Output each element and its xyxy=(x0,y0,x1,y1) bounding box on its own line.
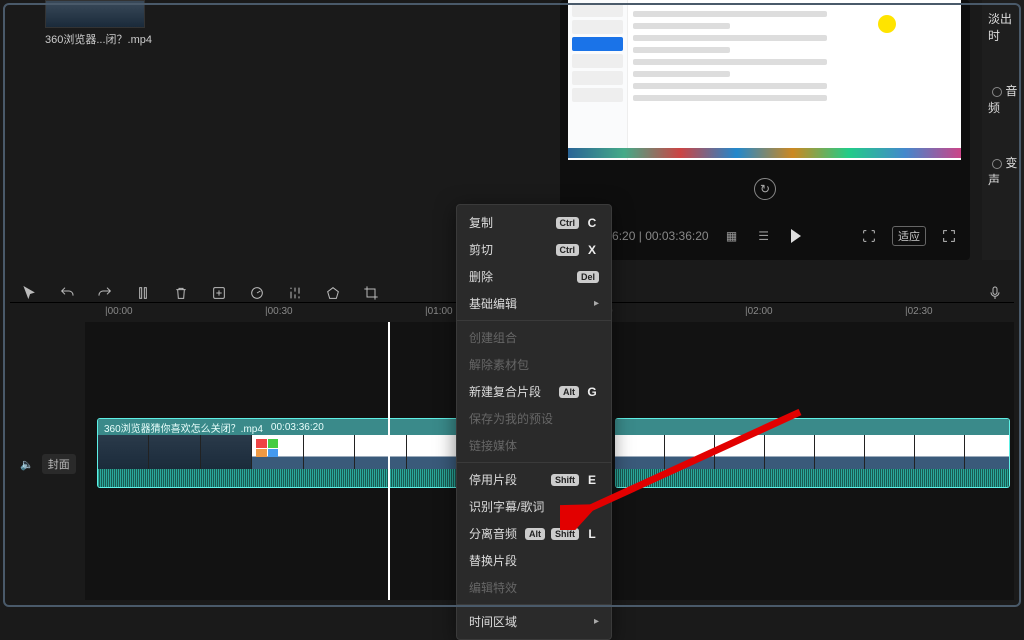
clip-duration: 00:03:36:20 xyxy=(271,422,324,433)
context-menu: 复制CtrlC 剪切CtrlX 删除Del 基础编辑▸ 创建组合 解除素材包 新… xyxy=(456,204,612,640)
play-button[interactable] xyxy=(787,227,805,245)
ruler-tick: |01:00 xyxy=(425,306,453,317)
main-track-header[interactable]: 🔈 封面 xyxy=(10,437,85,491)
voice-change-option[interactable]: 变声 xyxy=(982,150,1024,192)
menu-split-audio[interactable]: 分离音频AltShiftL xyxy=(457,520,611,547)
audio-option[interactable]: 音频 xyxy=(982,78,1024,120)
sync-icon[interactable]: ↻ xyxy=(754,178,776,200)
menu-release-pack: 解除素材包 xyxy=(457,351,611,378)
right-properties-panel: 淡出时 音频 变声 xyxy=(982,0,1024,260)
redo-icon[interactable] xyxy=(96,284,114,302)
scan-icon[interactable] xyxy=(860,227,878,245)
preview-page-content xyxy=(633,5,956,107)
media-filename: 360浏览器...闭？.mp4 xyxy=(45,31,155,47)
crop-icon[interactable] xyxy=(362,284,380,302)
clip-title: 360浏览器猜你喜欢怎么关闭？.mp4 xyxy=(104,420,263,435)
list-view-icon[interactable]: ☰ xyxy=(755,227,773,245)
speaker-icon[interactable]: 🔈 xyxy=(20,458,34,471)
ruler-tick: |00:30 xyxy=(265,306,293,317)
microphone-icon[interactable] xyxy=(986,284,1004,302)
menu-basic-edit[interactable]: 基础编辑▸ xyxy=(457,290,611,317)
cover-button[interactable]: 封面 xyxy=(42,454,76,474)
mask-icon[interactable] xyxy=(324,284,342,302)
adjust-icon[interactable] xyxy=(286,284,304,302)
media-item[interactable]: 360浏览器...闭？.mp4 xyxy=(45,0,155,47)
menu-new-compound[interactable]: 新建复合片段AltG xyxy=(457,378,611,405)
select-tool-icon[interactable] xyxy=(20,284,38,302)
preview-video-frame[interactable] xyxy=(568,0,961,160)
menu-time-region[interactable]: 时间区域▸ xyxy=(457,608,611,635)
grid-view-icon[interactable]: ▦ xyxy=(723,227,741,245)
menu-link-media: 链接媒体 xyxy=(457,432,611,459)
menu-save-preset: 保存为我的预设 xyxy=(457,405,611,432)
freeze-icon[interactable] xyxy=(210,284,228,302)
ruler-tick: |02:30 xyxy=(905,306,933,317)
menu-cut[interactable]: 剪切CtrlX xyxy=(457,236,611,263)
menu-create-group: 创建组合 xyxy=(457,324,611,351)
audio-waveform xyxy=(98,469,458,487)
menu-disable-clip[interactable]: 停用片段ShiftE xyxy=(457,466,611,493)
preview-panel: ↻ 00:00:36:20 | 00:03:36:20 ▦ ☰ 适应 xyxy=(560,0,970,260)
preview-taskbar xyxy=(568,148,961,158)
total-time: 00:03:36:20 xyxy=(642,229,709,243)
video-clip[interactable] xyxy=(615,418,1010,488)
clip-thumbnails xyxy=(98,435,458,471)
preview-controls: 00:00:36:20 | 00:03:36:20 ▦ ☰ 适应 xyxy=(560,212,970,260)
menu-delete[interactable]: 删除Del xyxy=(457,263,611,290)
undo-icon[interactable] xyxy=(58,284,76,302)
ruler-tick: |02:00 xyxy=(745,306,773,317)
preview-page-sidebar xyxy=(568,0,628,160)
speed-icon[interactable] xyxy=(248,284,266,302)
clip-header: 360浏览器猜你喜欢怎么关闭？.mp4 00:03:36:20 xyxy=(98,419,458,435)
split-icon[interactable] xyxy=(134,284,152,302)
media-thumbnail xyxy=(45,0,145,28)
menu-recognize-subtitle[interactable]: 识别字幕/歌词 xyxy=(457,493,611,520)
fade-out-option[interactable]: 淡出时 xyxy=(982,6,1024,48)
video-clip[interactable]: 360浏览器猜你喜欢怎么关闭？.mp4 00:03:36:20 xyxy=(97,418,459,488)
delete-icon[interactable] xyxy=(172,284,190,302)
menu-replace-clip[interactable]: 替换片段 xyxy=(457,547,611,574)
adapt-button[interactable]: 适应 xyxy=(892,226,926,246)
track-headers: 🔈 封面 xyxy=(10,322,85,600)
menu-edit-fx: 编辑特效 xyxy=(457,574,611,601)
menu-copy[interactable]: 复制CtrlC xyxy=(457,209,611,236)
ruler-tick: |00:00 xyxy=(105,306,133,317)
fullscreen-icon[interactable] xyxy=(940,227,958,245)
